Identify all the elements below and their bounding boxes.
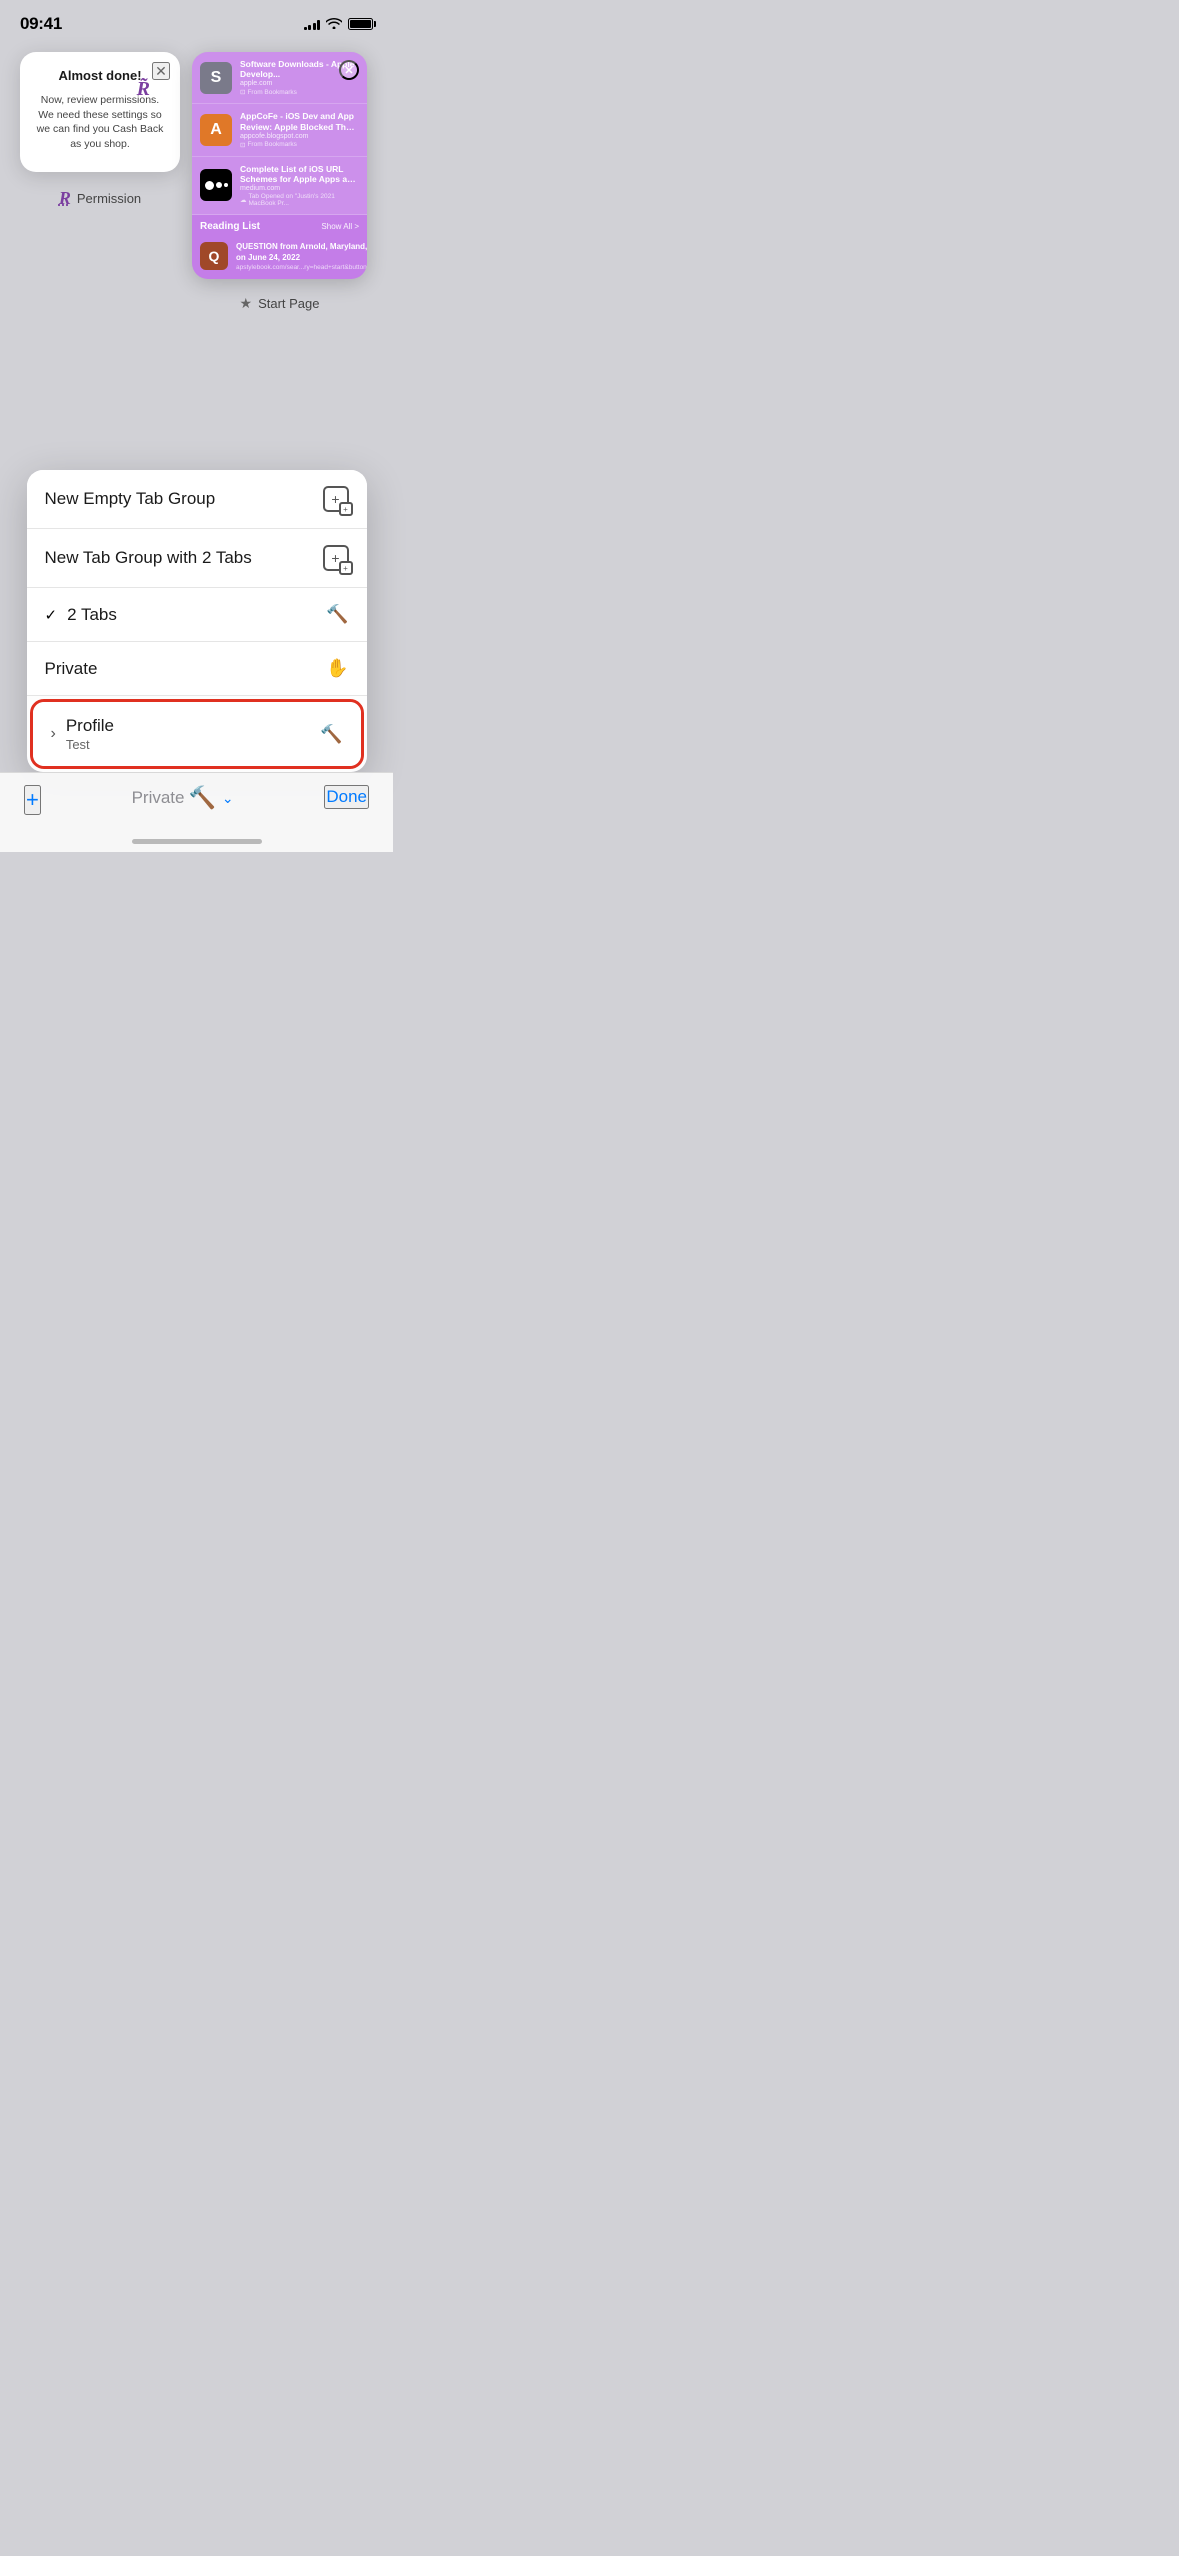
bookmark-avatar-2: A <box>200 114 232 146</box>
status-bar: 09:41 <box>0 0 393 42</box>
reading-list-title: Reading List <box>200 221 260 232</box>
bookmark-item-3[interactable]: Complete List of iOS URL Schemes for App… <box>192 157 367 215</box>
bookmark-url-3: medium.com <box>240 185 359 192</box>
menu-item-new-tab-group-label: New Tab Group with 2 Tabs <box>45 548 252 568</box>
status-time: 09:41 <box>20 14 62 34</box>
tab-group-menu: New Empty Tab Group + + New Tab Group wi… <box>27 470 367 772</box>
permission-card-container: ✕ R̃ Almost done! Now, review permission… <box>20 52 180 312</box>
bookmark-title-3: Complete List of iOS URL Schemes for App… <box>240 164 359 184</box>
wifi-icon <box>326 17 342 32</box>
rakuten-r-icon: R̃ <box>137 78 150 101</box>
menu-item-2-tabs-label: 2 Tabs <box>67 605 117 625</box>
toolbar-hammer-icon[interactable]: 🔨 <box>189 785 216 811</box>
bookmark-item-2[interactable]: A AppCoFe - iOS Dev and App Review: Appl… <box>192 104 367 156</box>
menu-item-new-tab-group-with-tabs[interactable]: New Tab Group with 2 Tabs + + <box>27 529 367 588</box>
menu-item-2-tabs[interactable]: ✓ 2 Tabs 🔨 <box>27 588 367 642</box>
bookmark-title-2: AppCoFe - iOS Dev and App Review: Apple … <box>240 111 359 131</box>
permission-label: Permission <box>77 191 141 206</box>
menu-item-private-label: Private <box>45 659 98 679</box>
menu-item-new-empty-tab-group[interactable]: New Empty Tab Group + + <box>27 470 367 529</box>
toolbar-center-group: Private 🔨 ⌄ <box>132 785 234 811</box>
menu-item-profile[interactable]: › Profile Test 🔨 <box>30 699 364 769</box>
reading-item-1[interactable]: Q QUESTION from Arnold, Maryland, on Jun… <box>200 236 359 277</box>
bookmark-item-1[interactable]: S Software Downloads - Apple Develop... … <box>192 52 367 104</box>
bookmark-url-1: apple.com <box>240 80 359 87</box>
menu-item-profile-label: Profile <box>66 716 114 736</box>
bookmark-avatar-1: S <box>200 62 232 94</box>
reading-url-1: apstylebook.com/sear...ry=head+start&but… <box>236 264 367 271</box>
status-icons <box>304 17 374 32</box>
reading-avatar-1: Q <box>200 242 228 270</box>
menu-item-profile-subtext: Test <box>66 737 114 752</box>
start-page-container: ✕ S Software Downloads - Apple Develop..… <box>192 52 367 312</box>
menu-item-profile-wrapper: › Profile Test 🔨 <box>27 696 367 772</box>
battery-icon <box>348 18 373 30</box>
show-all-button[interactable]: Show All > <box>321 222 359 231</box>
permission-r-label: R <box>59 188 71 209</box>
home-indicator <box>132 839 262 844</box>
permission-card: ✕ R̃ Almost done! Now, review permission… <box>20 52 180 172</box>
bookmark-url-2: appcofe.blogspot.com <box>240 133 359 140</box>
done-button[interactable]: Done <box>324 785 369 809</box>
hand-icon: ✋ <box>326 658 348 679</box>
bookmark-source-1: ⊡ From Bookmarks <box>240 88 359 96</box>
hammer-icon-2: 🔨 <box>320 724 342 745</box>
toolbar-chevron-icon[interactable]: ⌄ <box>222 790 234 807</box>
tab-add-icon-2: + + <box>323 545 349 571</box>
reading-list-section: Reading List Show All > Q QUESTION from … <box>192 215 367 279</box>
checkmark-icon: ✓ <box>45 606 58 624</box>
private-label: Private <box>132 788 185 808</box>
start-page-card: ✕ S Software Downloads - Apple Develop..… <box>192 52 367 279</box>
hammer-icon-1: 🔨 <box>326 604 348 625</box>
permission-label-row: R Permission <box>59 188 141 209</box>
start-page-label-row: ★ Start Page <box>240 295 320 312</box>
chevron-right-icon: › <box>51 725 56 743</box>
menu-item-new-empty-tab-group-label: New Empty Tab Group <box>45 489 216 509</box>
medium-logo <box>200 169 232 201</box>
tab-add-icon: + + <box>323 486 349 512</box>
menu-item-private[interactable]: Private ✋ <box>27 642 367 696</box>
permission-close-button[interactable]: ✕ <box>152 62 170 80</box>
bookmark-source-3: ☁ Tab Opened on "Justin's 2021 MacBook P… <box>240 193 359 207</box>
star-icon: ★ <box>240 295 253 312</box>
start-page-label: Start Page <box>258 296 319 311</box>
add-tab-button[interactable]: + <box>24 785 41 815</box>
bookmark-source-2: ⊡ From Bookmarks <box>240 141 359 149</box>
permission-body: Now, review permissions. We need these s… <box>34 93 166 152</box>
start-page-close-button[interactable]: ✕ <box>339 60 359 80</box>
signal-icon <box>304 18 321 30</box>
cards-area: ✕ R̃ Almost done! Now, review permission… <box>0 42 393 312</box>
reading-title-1: QUESTION from Arnold, Maryland, on June … <box>236 242 367 263</box>
